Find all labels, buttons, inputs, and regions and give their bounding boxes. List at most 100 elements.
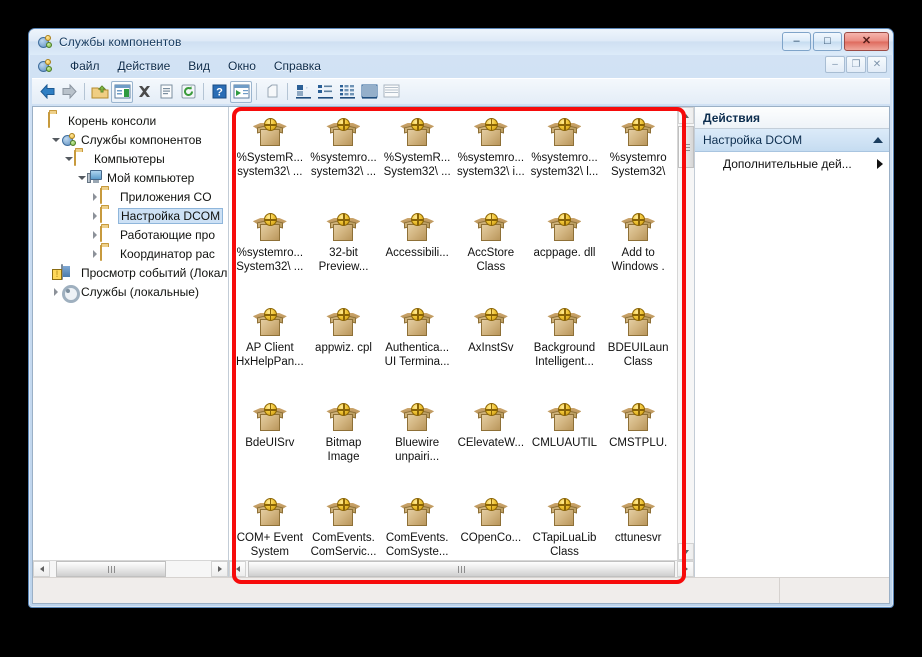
menu-item-view[interactable]: Вид (179, 57, 219, 75)
dcom-grid-item[interactable]: 32-bit Preview... (307, 208, 381, 303)
tree-node[interactable]: Координатор рас (37, 244, 228, 263)
dcom-grid-item[interactable]: cttunesvr (601, 493, 675, 560)
scroll-right-icon[interactable] (677, 561, 694, 577)
dcom-grid-item[interactable]: CTapiLuaLib Class (528, 493, 602, 560)
tree-node[interactable]: Корень консоли (37, 111, 228, 130)
dcom-item-label-line1: appwiz. cpl (315, 342, 372, 354)
dcom-grid-item[interactable]: Bitmap Image (307, 398, 381, 493)
dcom-application-icon (547, 498, 582, 528)
detail-view-icon[interactable] (358, 81, 380, 103)
grid-vscroll-track[interactable] (678, 124, 694, 543)
dcom-grid-item[interactable]: Background Intelligent... (528, 303, 602, 398)
dcom-grid-item[interactable]: %systemro... System32\ ... (233, 208, 307, 303)
grid-horizontal-scrollbar[interactable] (229, 560, 694, 577)
list-view-icon[interactable] (336, 81, 358, 103)
dcom-grid-item[interactable]: %SystemR... System32\ ... (380, 113, 454, 208)
back-icon[interactable] (36, 81, 58, 103)
properties-icon[interactable] (155, 81, 177, 103)
dcom-grid-item[interactable]: CElevateW... (454, 398, 528, 493)
grid-vertical-scrollbar[interactable] (677, 107, 694, 560)
dcom-grid-item[interactable]: COpenCo... (454, 493, 528, 560)
show-hide-console-tree-icon[interactable] (111, 80, 133, 103)
tree-node[interactable]: Службы (локальные) (37, 282, 228, 301)
report-view-icon[interactable] (380, 81, 402, 103)
export-list-icon[interactable] (230, 80, 252, 103)
dcom-grid-item[interactable]: AccStore Class (454, 208, 528, 303)
forward-icon[interactable] (58, 81, 80, 103)
dcom-grid-item[interactable]: Authentica... UI Termina... (380, 303, 454, 398)
chevron-right-icon[interactable] (89, 187, 100, 206)
mdi-minimize-button[interactable]: – (825, 56, 845, 73)
dcom-item-label-line2: Preview... (318, 261, 369, 273)
dcom-grid-item[interactable]: CMLUAUTIL (528, 398, 602, 493)
dcom-grid-item[interactable]: Bluewire unpairi... (380, 398, 454, 493)
dcom-grid-item[interactable]: CMSTPLU. (601, 398, 675, 493)
tree-horizontal-scrollbar[interactable] (33, 560, 228, 577)
dcom-grid-item[interactable]: COM+ Event System (233, 493, 307, 560)
up-folder-icon[interactable] (89, 81, 111, 103)
tree-hscroll-track[interactable] (50, 561, 211, 577)
grid-hscroll-thumb[interactable] (248, 561, 675, 577)
window-close-button[interactable]: ✕ (844, 32, 889, 51)
chevron-down-icon[interactable] (76, 168, 87, 187)
dcom-grid-item[interactable]: %systemro System32\ (601, 113, 675, 208)
dcom-grid-item[interactable]: ComEvents. ComSyste... (380, 493, 454, 560)
scroll-down-icon[interactable] (678, 543, 694, 560)
scroll-left-icon[interactable] (33, 561, 50, 577)
dcom-grid-item[interactable]: %SystemR... system32\ ... (233, 113, 307, 208)
small-icons-view-icon[interactable] (314, 81, 336, 103)
dcom-grid-item[interactable]: AP Client HxHelpPan... (233, 303, 307, 398)
menu-item-file[interactable]: Файл (61, 57, 109, 75)
chevron-up-icon[interactable] (873, 137, 883, 143)
dcom-grid-item[interactable]: %systemro... system32\ ... (307, 113, 381, 208)
dcom-grid-item[interactable]: ComEvents. ComServic... (307, 493, 381, 560)
tree-node[interactable]: Просмотр событий (Локал (37, 263, 228, 282)
dcom-grid-item[interactable]: BDEUILaun Class (601, 303, 675, 398)
window-maximize-button[interactable]: □ (813, 32, 842, 51)
menu-item-help[interactable]: Справка (265, 57, 330, 75)
tree-hscroll-thumb[interactable] (56, 561, 166, 577)
actions-group-dcom-config[interactable]: Настройка DCOM (695, 129, 889, 152)
dcom-grid-item[interactable]: Accessibili... (380, 208, 454, 303)
chevron-right-icon[interactable] (89, 225, 100, 244)
help-icon[interactable]: ? (208, 81, 230, 103)
new-window-icon[interactable] (261, 81, 283, 103)
chevron-right-icon[interactable] (89, 244, 100, 263)
dcom-grid-item[interactable]: appwiz. cpl (307, 303, 381, 398)
tree-node[interactable]: Настройка DCOM (37, 206, 228, 225)
refresh-icon[interactable] (177, 81, 199, 103)
menu-item-action[interactable]: Действие (109, 57, 180, 75)
chevron-down-icon[interactable] (50, 130, 61, 149)
action-more-actions[interactable]: Дополнительные дей... (695, 152, 889, 176)
tree-node[interactable]: Работающие про (37, 225, 228, 244)
delete-icon[interactable] (133, 81, 155, 103)
chevron-right-icon[interactable] (89, 206, 100, 225)
scroll-left-icon[interactable] (229, 561, 246, 577)
dcom-grid-item[interactable]: Add to Windows . (601, 208, 675, 303)
dcom-item-label-line1: CMLUAUTIL (531, 437, 598, 449)
dcom-icon-grid[interactable]: %SystemR... system32\ ... %systemro... syst… (229, 107, 677, 560)
grid-vscroll-thumb[interactable] (678, 126, 694, 168)
menu-item-window[interactable]: Окно (219, 57, 265, 75)
tree-node[interactable]: Приложения CO (37, 187, 228, 206)
grid-hscroll-track[interactable] (246, 561, 677, 577)
dcom-grid-item[interactable]: acppage. dll (528, 208, 602, 303)
dcom-grid-item[interactable]: %systemro... system32\ l... (528, 113, 602, 208)
tree-node[interactable]: Службы компонентов (37, 130, 228, 149)
dcom-grid-item[interactable]: %systemro... system32\ i... (454, 113, 528, 208)
dcom-grid-item[interactable]: BdeUISrv (233, 398, 307, 493)
dcom-grid-item[interactable]: AxInstSv (454, 303, 528, 398)
scroll-right-icon[interactable] (211, 561, 228, 577)
large-icons-view-icon[interactable]: ▫ (292, 81, 314, 103)
mdi-restore-button[interactable]: ❐ (846, 56, 866, 73)
window-minimize-button[interactable]: – (782, 32, 811, 51)
tree-node[interactable]: Мой компьютер (37, 168, 228, 187)
dcom-application-icon (547, 213, 582, 243)
scroll-up-icon[interactable] (678, 107, 694, 124)
chevron-right-icon[interactable] (877, 159, 883, 169)
mdi-close-button[interactable]: ✕ (867, 56, 887, 73)
tree-node[interactable]: Компьютеры (37, 149, 228, 168)
dcom-item-label-line1: CMSTPLU. (609, 437, 668, 449)
chevron-right-icon[interactable] (50, 282, 61, 301)
chevron-down-icon[interactable] (63, 149, 74, 168)
